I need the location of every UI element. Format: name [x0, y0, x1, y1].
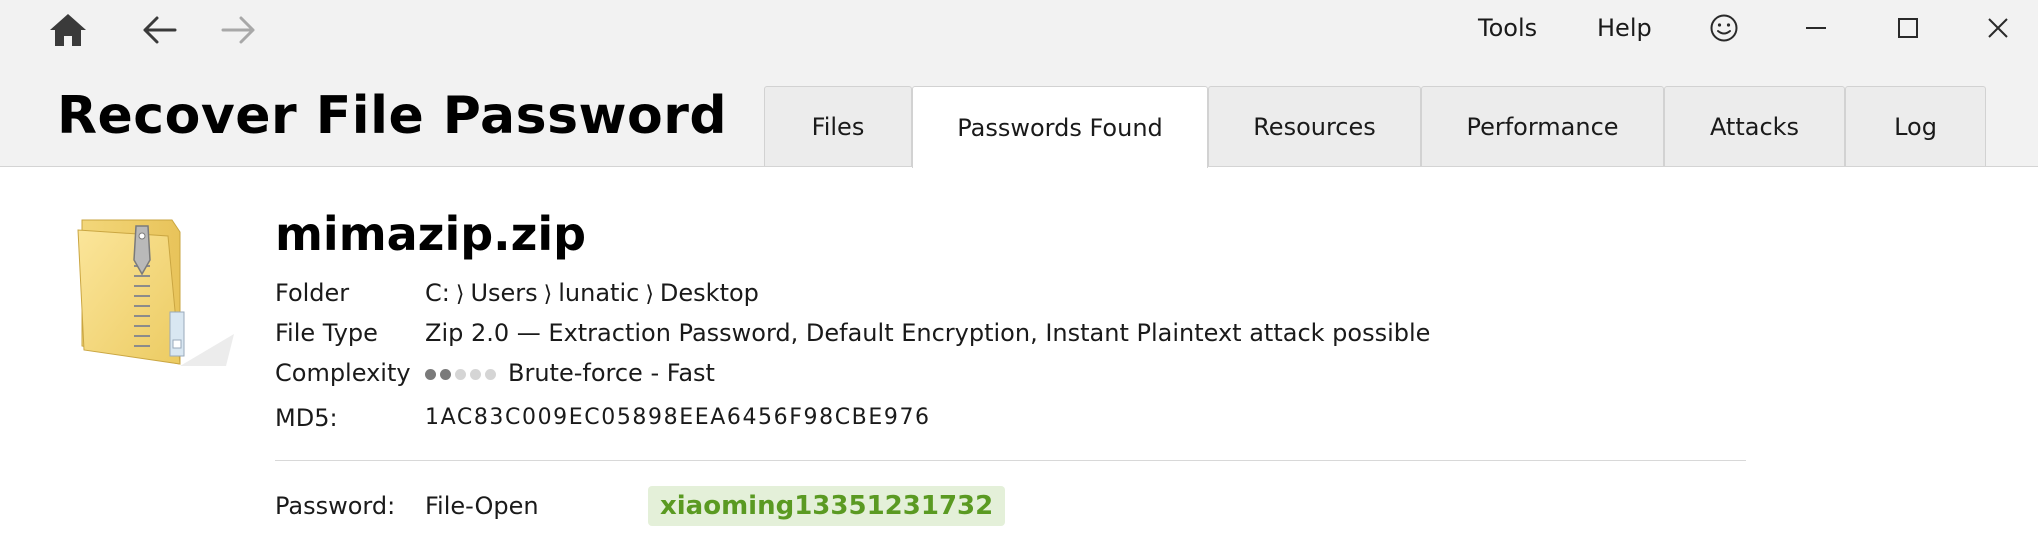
breadcrumb-segment[interactable]: C: — [425, 279, 450, 307]
tab-label: Files — [811, 112, 865, 141]
folder-label: Folder — [275, 279, 350, 307]
password-label: Password: — [275, 492, 396, 520]
complexity-dot — [485, 368, 496, 380]
complexity-text: Brute-force - Fast — [508, 359, 715, 387]
breadcrumb-segment[interactable]: lunatic — [558, 279, 639, 307]
tab-label: Attacks — [1709, 112, 1800, 141]
feedback-button[interactable] — [1696, 8, 1752, 48]
smiley-icon — [1710, 14, 1738, 42]
home-button[interactable] — [38, 8, 98, 52]
page-title: Recover File Password — [57, 86, 728, 146]
maximize-button[interactable] — [1880, 8, 1936, 48]
arrow-right-icon — [221, 16, 255, 44]
header-bar: Tools Help Recover File Password Files P… — [0, 0, 2038, 168]
complexity-rating — [425, 368, 496, 380]
divider — [275, 460, 1746, 461]
tab-performance[interactable]: Performance — [1421, 86, 1664, 166]
file-icon-container — [76, 216, 236, 380]
maximize-icon — [1898, 18, 1918, 38]
file-name: mimazip.zip — [275, 207, 587, 261]
tab-resources[interactable]: Resources — [1208, 86, 1421, 166]
close-icon — [1988, 18, 2008, 38]
found-password[interactable]: xiaoming13351231732 — [648, 486, 1006, 526]
complexity-label: Complexity — [275, 359, 411, 387]
complexity-dot — [440, 368, 451, 380]
tab-label: Log — [1894, 112, 1937, 141]
breadcrumb-segment[interactable]: Desktop — [660, 279, 759, 307]
zip-folder-icon — [77, 219, 234, 366]
tab-label: Performance — [1466, 112, 1619, 141]
file-type-value: Zip 2.0 — Extraction Password, Default E… — [425, 319, 1431, 347]
back-button[interactable] — [130, 8, 190, 52]
tab-attacks[interactable]: Attacks — [1664, 86, 1845, 166]
complexity-dot — [470, 368, 481, 380]
password-kind: File-Open — [425, 492, 539, 520]
complexity-dot — [425, 368, 436, 380]
minimize-button[interactable] — [1788, 8, 1844, 48]
close-button[interactable] — [1970, 8, 2026, 48]
app-window: Tools Help Recover File Password Files P… — [0, 0, 2038, 552]
home-icon — [50, 14, 86, 46]
minimize-icon — [1806, 27, 1826, 29]
help-menu[interactable]: Help — [1597, 14, 1652, 42]
breadcrumb-separator: ⟩ — [645, 282, 654, 307]
folder-breadcrumb[interactable]: C: ⟩ Users ⟩ lunatic ⟩ Desktop — [425, 279, 759, 307]
file-type-label: File Type — [275, 319, 378, 347]
md5-value: 1AC83C009EC05898EEA6456F98CBE976 — [425, 405, 931, 430]
breadcrumb-segment[interactable]: Users — [470, 279, 537, 307]
tab-log[interactable]: Log — [1845, 86, 1986, 166]
tools-menu[interactable]: Tools — [1478, 14, 1537, 42]
md5-label: MD5: — [275, 404, 338, 432]
forward-button[interactable] — [208, 8, 268, 52]
breadcrumb-separator: ⟩ — [455, 282, 465, 307]
tab-label: Resources — [1253, 112, 1376, 141]
complexity-value: Brute-force - Fast — [425, 359, 715, 387]
tab-label: Passwords Found — [957, 113, 1163, 142]
complexity-dot — [455, 368, 466, 380]
tab-files[interactable]: Files — [764, 86, 912, 166]
tab-passwords-found[interactable]: Passwords Found — [912, 86, 1208, 168]
arrow-left-icon — [143, 16, 177, 44]
breadcrumb-separator: ⟩ — [543, 282, 553, 307]
